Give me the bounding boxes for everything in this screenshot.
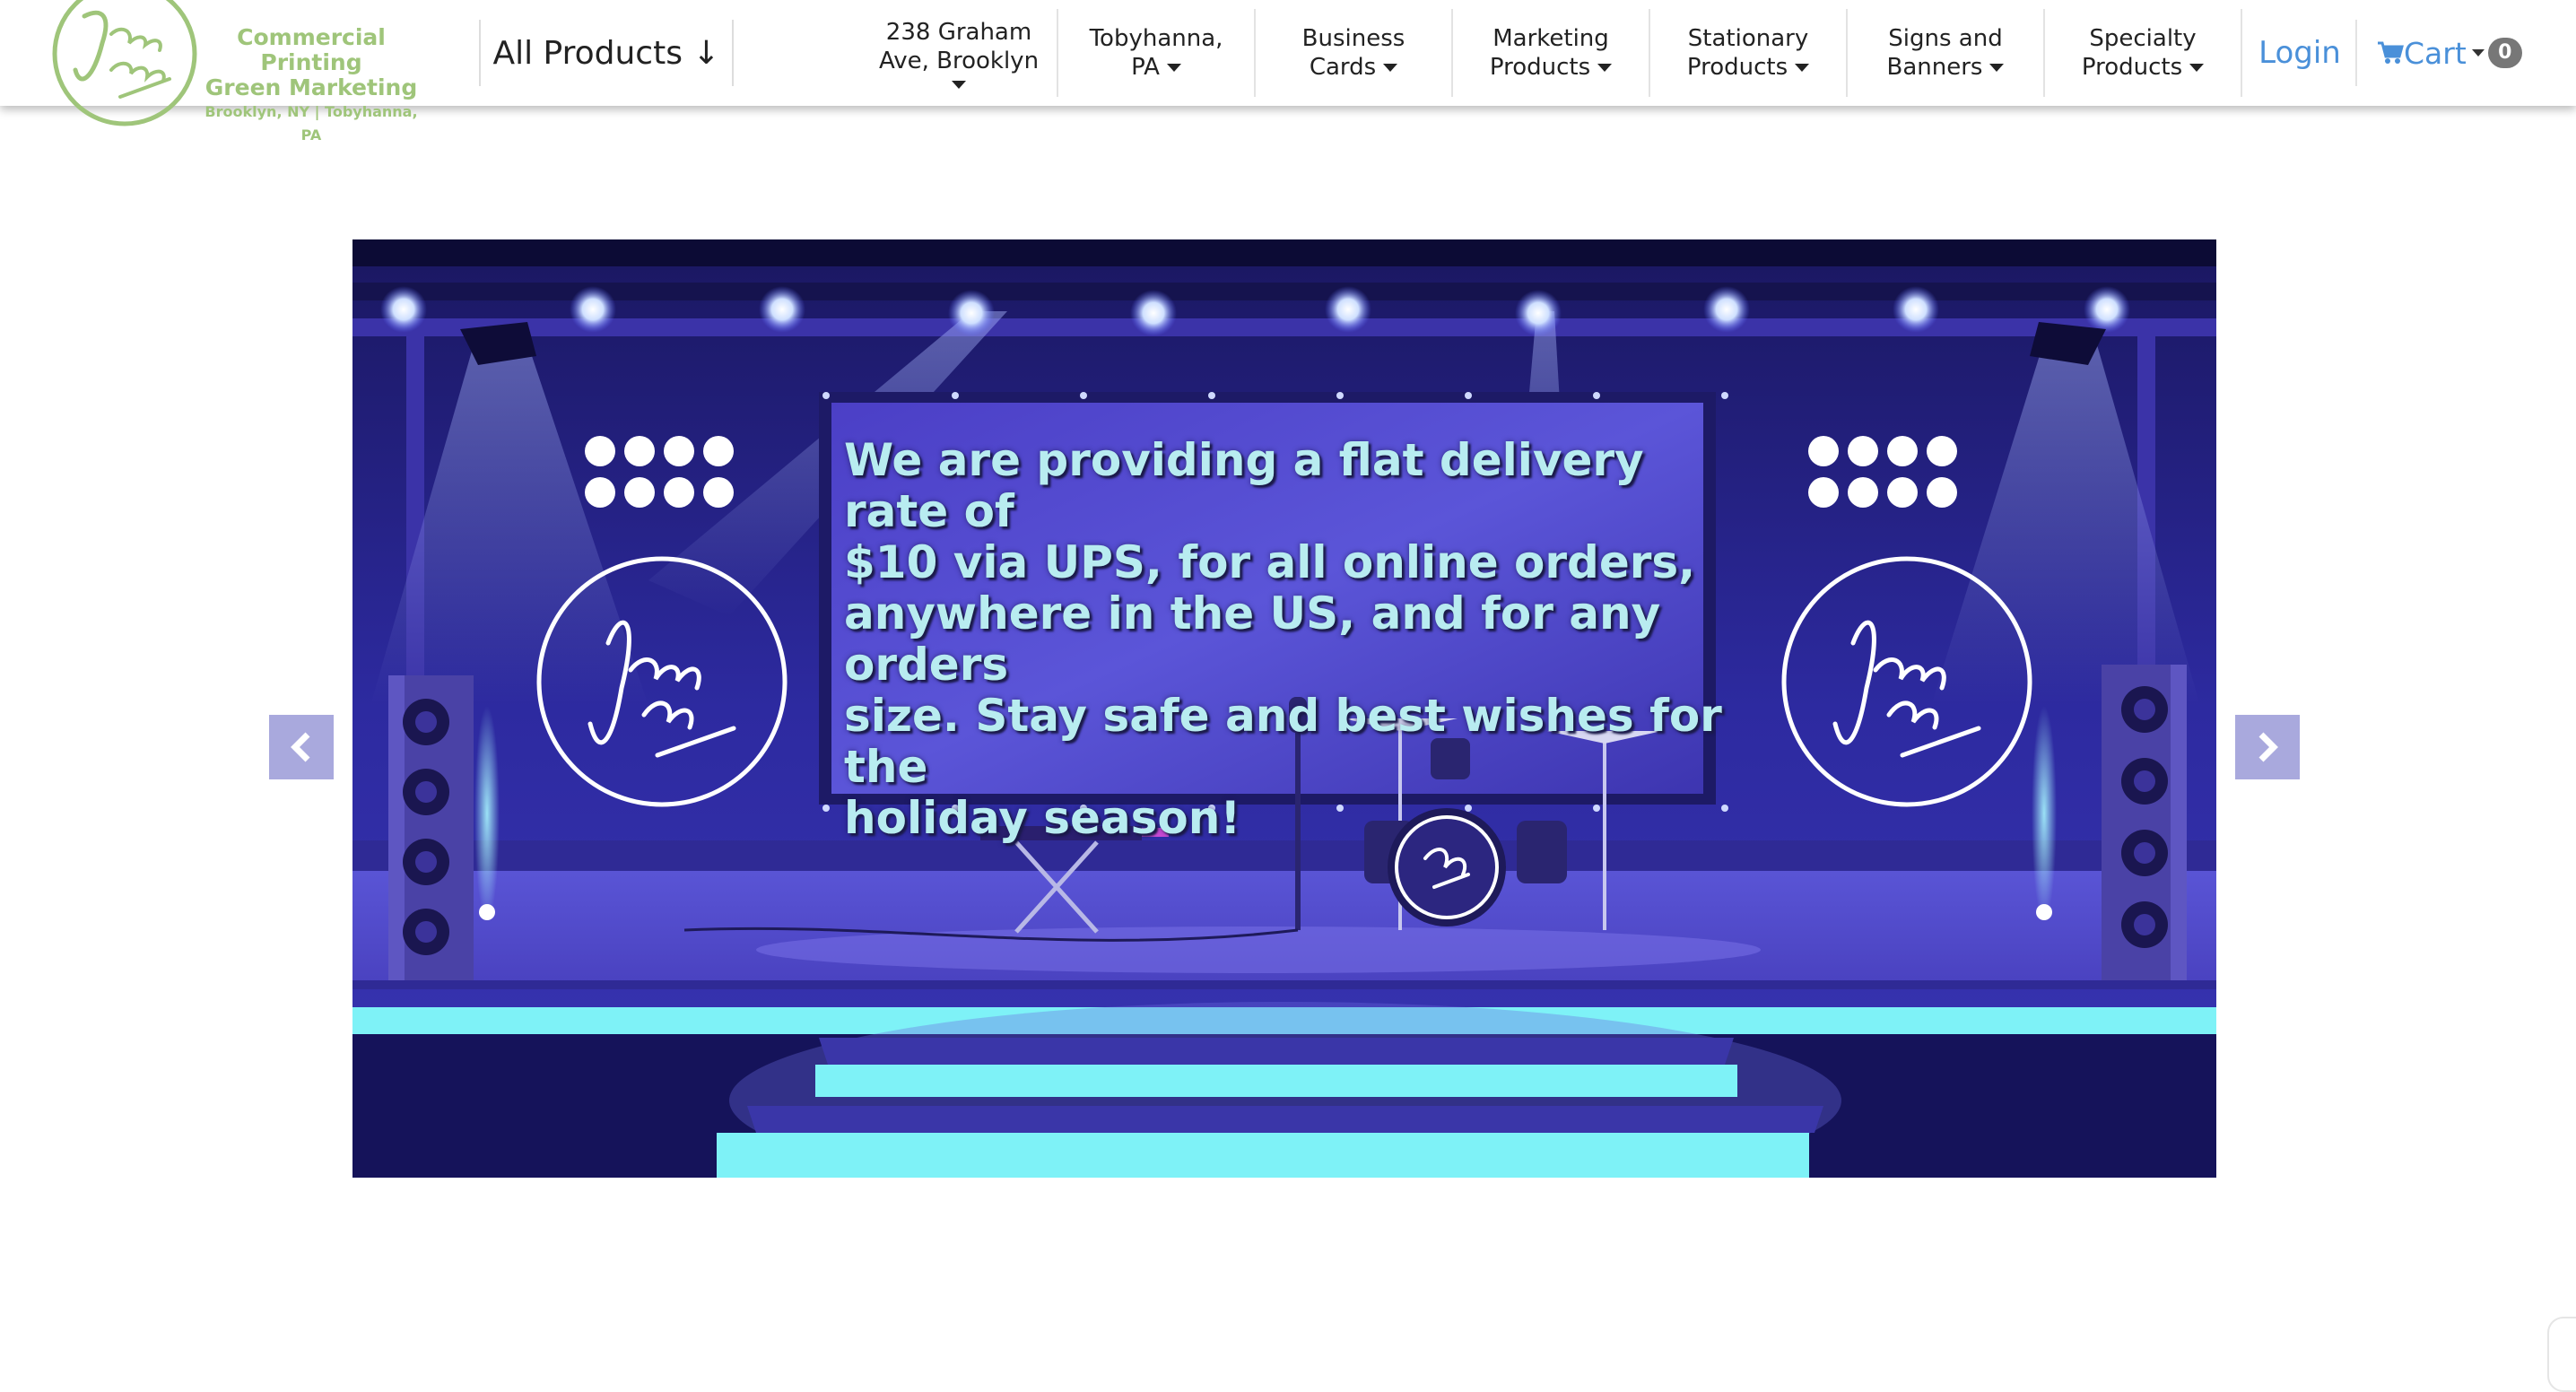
caret-down-icon — [1166, 64, 1181, 72]
cart-icon — [2378, 41, 2404, 64]
caret-down-icon — [1795, 64, 1810, 72]
nav-item-label-2: Products — [1686, 54, 1788, 81]
cart-label: Cart — [2404, 35, 2467, 71]
caret-down-icon — [1989, 64, 2005, 72]
chat-widget-tab[interactable] — [2547, 1317, 2576, 1392]
logo-tagline: Commercial Printing Green Marketing Broo… — [199, 25, 423, 147]
nav-item-specialty-products[interactable]: Specialty Products — [2045, 9, 2242, 97]
nav-item-stationary-products[interactable]: Stationary Products — [1650, 9, 1848, 97]
nav-item-label-1: Specialty — [2089, 25, 2197, 52]
nav-item-brooklyn[interactable]: 238 Graham Ave, Brooklyn — [861, 9, 1058, 97]
nav-item-label-1: Signs and — [1888, 25, 2003, 52]
nav-item-label-1: 238 Graham — [885, 18, 1032, 46]
nav-item-signs-and-banners[interactable]: Signs and Banners — [1848, 9, 2045, 97]
nav-item-business-cards[interactable]: Business Cards — [1256, 9, 1453, 97]
banner-message: We are providing a flat delivery rate of… — [844, 434, 1722, 844]
nav-item-label-1: Marketing — [1493, 25, 1609, 52]
nav-item-marketing-products[interactable]: Marketing Products — [1453, 9, 1650, 97]
nav-item-label-2: Banners — [1886, 54, 1983, 81]
nav-item-label-1: Stationary — [1687, 25, 1809, 52]
site-logo[interactable]: Commercial Printing Green Marketing Broo… — [0, 0, 431, 144]
hero-slide[interactable]: We are providing a flat delivery rate of… — [352, 239, 2216, 1178]
all-products-dropdown[interactable]: All Products ↓ — [479, 20, 734, 86]
nav-item-label-1: Tobyhanna, — [1089, 25, 1223, 52]
nav-item-label-2: Products — [2081, 54, 2183, 81]
logo-emblem-icon — [52, 0, 197, 126]
caret-down-icon — [2189, 64, 2205, 72]
cart-count-badge: 0 — [2487, 38, 2522, 68]
nav-item-label-2: Ave, Brooklyn — [878, 47, 1040, 74]
nav-item-label-2: PA — [1131, 54, 1160, 81]
site-header: Commercial Printing Green Marketing Broo… — [0, 0, 2576, 144]
nav-item-label-2: Products — [1489, 54, 1591, 81]
logo-line-3: Brooklyn, NY | Tobyhanna, PA — [205, 103, 418, 144]
nav-item-label-1: Business — [1301, 25, 1405, 52]
nav-item-label-2: Cards — [1309, 54, 1377, 81]
nav-item-tobyhanna[interactable]: Tobyhanna, PA — [1058, 9, 1256, 97]
slider-prev-button[interactable] — [269, 715, 334, 779]
chevron-right-icon — [2258, 732, 2278, 762]
login-link[interactable]: Login — [2244, 20, 2357, 86]
cart-button[interactable]: Cart 0 — [2377, 20, 2538, 86]
logo-line-2: Green Marketing — [205, 74, 418, 100]
caret-down-icon — [1597, 64, 1613, 72]
caret-down-icon — [952, 80, 966, 89]
slider-next-button[interactable] — [2235, 715, 2300, 779]
caret-down-icon — [2471, 49, 2485, 57]
logo-line-1: Commercial Printing — [237, 24, 386, 75]
chevron-left-icon — [291, 732, 310, 762]
caret-down-icon — [1383, 64, 1398, 72]
